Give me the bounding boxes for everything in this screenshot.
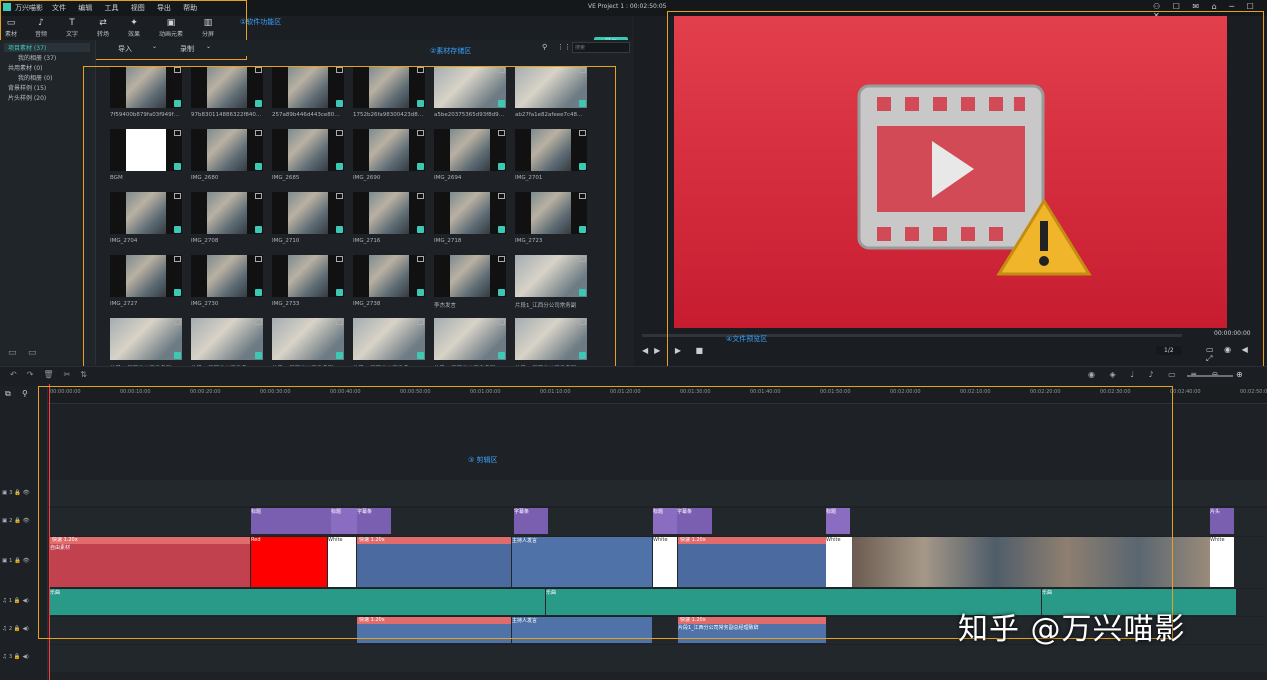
record-button[interactable]: 录制: [180, 44, 194, 54]
zoom-in-icon[interactable]: ⊕: [1236, 370, 1243, 379]
watermark: 知乎 @万兴喵影: [958, 612, 1186, 647]
track-number: 3: [8, 654, 13, 660]
edit-tools[interactable]: ↶↷🗑✂⇅: [10, 370, 97, 379]
chevron-down-icon: ⌄: [206, 43, 212, 50]
zoom-slider[interactable]: [1187, 375, 1233, 377]
edit-area-label: ③ 剪辑区: [468, 456, 498, 464]
clip-label: 片头: [1210, 509, 1221, 515]
link-icon[interactable]: ⚲: [22, 389, 28, 398]
folder-icon[interactable]: ▭: [28, 348, 37, 358]
left-item[interactable]: 背景样例 (15): [8, 83, 46, 92]
add-track-icon[interactable]: ⧉: [5, 389, 11, 399]
track-number: 1: [8, 598, 13, 604]
track-header-audio3: ♫ 3 🔒 ◀): [2, 654, 29, 660]
filter-icon[interactable]: ⚲: [542, 43, 547, 51]
software-area-label: ①软件功能区: [240, 18, 282, 26]
title-clip[interactable]: 片头: [1210, 508, 1234, 534]
left-panel: 项目素材 (37) 我的相册 (37) 共用素材 (0) 我的相册 (0) 背景…: [0, 40, 96, 365]
track-header-video3: ▣ 3 🔒 👁: [2, 490, 30, 496]
track-audio3[interactable]: [48, 645, 1267, 672]
ruler-tick: 00:02:40:00: [1170, 389, 1201, 395]
track-header-audio2: ♫ 2 🔒 ◀): [2, 626, 29, 632]
chevron-down-icon: ⌄: [152, 43, 158, 50]
new-folder-icon[interactable]: ▭: [8, 348, 17, 358]
left-item[interactable]: 片头样例 (20): [8, 93, 46, 102]
track-header-video1: ▣ 1 🔒 👁: [2, 558, 30, 564]
preview-area-label: ④文件预览区: [726, 335, 768, 343]
media-area-label: ②素材存储区: [430, 47, 472, 55]
ruler-tick: 00:02:50:00: [1240, 389, 1267, 395]
track-number: 2: [8, 626, 13, 632]
grid-view-icon[interactable]: ⋮⋮: [557, 43, 571, 51]
track-header-video2: ▣ 2 🔒 👁: [2, 518, 30, 524]
track-number: 1: [8, 558, 13, 564]
import-button[interactable]: 导入: [118, 44, 132, 54]
project-title: VE Project 1 : 00:02:50:05: [588, 3, 667, 10]
search-input[interactable]: [572, 42, 630, 53]
media-bar: 导入 ⌄ 录制 ⌄ ⚲ ⋮⋮: [96, 40, 632, 56]
track-number: 3: [8, 490, 13, 496]
track-header-audio1: ♫ 1 🔒 ◀): [2, 598, 29, 604]
left-item[interactable]: 我的相册 (37): [18, 53, 56, 62]
left-item[interactable]: 项目素材 (37): [4, 43, 90, 52]
color-clip[interactable]: White: [1210, 537, 1234, 587]
preview-area-frame: [667, 11, 1264, 382]
clip-label: White: [1210, 537, 1225, 543]
left-item[interactable]: 我的相册 (0): [18, 73, 52, 82]
left-item[interactable]: 共用素材 (0): [8, 63, 42, 72]
track-number: 2: [8, 518, 13, 524]
edit-area-frame: [38, 386, 1173, 639]
media-area-frame: [83, 66, 616, 370]
timeline-toolbar: ↶↷🗑✂⇅ ◉ ◈ ♩ ♪ ▭ ≡ ⊖ ⊕: [0, 366, 1267, 386]
